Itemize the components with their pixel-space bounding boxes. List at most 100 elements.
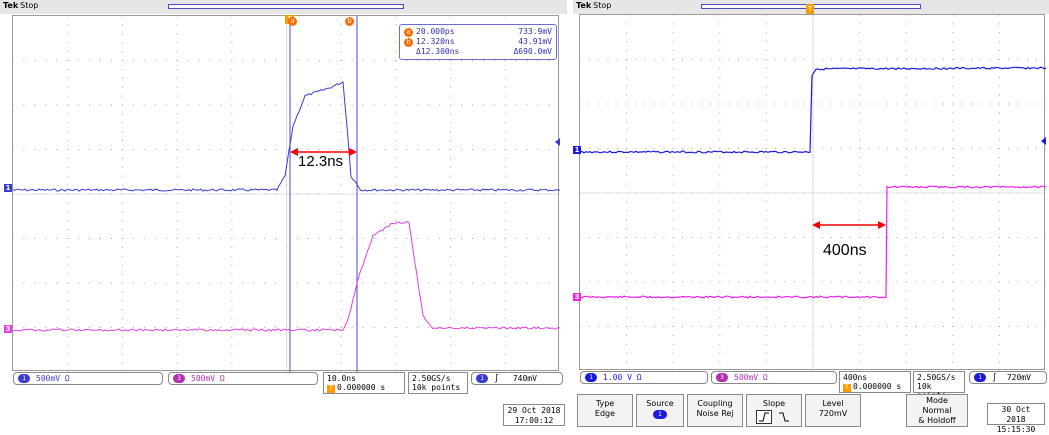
grid-dot [784,281,786,283]
grid-dot [952,272,954,274]
trigger-readout[interactable]: 1 ∫ 740mV [471,372,563,385]
grid-dot [121,282,123,284]
grid-dot [231,42,233,44]
grid-dot [121,211,123,213]
grid-dot [504,238,506,239]
ch3-scale-readout[interactable]: 3 500mV Ω [168,372,318,385]
grid-dot [110,104,112,106]
grid-dot [765,85,767,87]
grid-dot [998,85,1000,87]
grid-dot [1008,103,1010,105]
grid-dot [737,326,739,327]
rising-edge-icon[interactable] [756,410,772,424]
grid-dot [275,238,277,239]
type-value: Edge [594,409,616,418]
grid-dot [373,60,375,61]
timebase-value: 400ns [843,373,868,382]
grid-dot [672,201,674,203]
grid-dot [887,148,889,149]
grid-dot [803,148,805,149]
grid-dot [682,237,684,238]
ch1-scale-readout[interactable]: 1 500mV Ω [13,372,163,385]
grid-dot [450,77,452,79]
grid-dot [672,94,674,96]
grid-dot [318,60,320,61]
grid-dot [296,60,298,61]
menu-slope-button[interactable]: Slope [746,394,802,427]
grid-dot [526,60,528,61]
acquisition-readout[interactable]: 2.50GS/s 10k points [913,371,965,400]
cursor-a-marker[interactable]: a [288,16,297,26]
grid-dot [663,59,665,60]
grid-dot [607,237,609,238]
grid-dot [765,59,767,60]
grid-dot [395,140,397,142]
menu-mode-button[interactable]: Mode Normal & Holdoff [906,394,968,427]
grid-dot [78,60,80,61]
menu-level-button[interactable]: Level 720mV [805,394,861,427]
grid-dot [961,281,963,283]
grid-dot [998,50,1000,52]
grid-dot [952,32,954,34]
grid-dot [242,282,244,284]
grid-dot [933,59,935,60]
grid-dot [831,237,833,238]
grid-dot [719,201,721,203]
grid-dot [905,32,907,34]
grid-dot [220,238,222,239]
grid-dot [154,238,156,239]
grid-dot [67,282,69,284]
grid-dot [395,166,397,168]
grid-dot [165,238,167,239]
grid-dot [765,165,767,167]
ch3-ground-marker[interactable]: 3 [4,325,12,333]
grid-dot [493,104,495,106]
grid-dot [121,86,123,88]
trigger-position-marker[interactable]: T [806,4,814,14]
ch1-ground-marker[interactable]: 1 [573,146,581,154]
grid-dot [504,175,506,177]
menu-source-button[interactable]: Source 1 [636,394,684,427]
grid-dot [143,238,145,239]
grid-dot [45,149,47,150]
grid-dot [998,174,1000,176]
grid-dot [924,148,926,149]
date-time-display: 29 Oct 2018 17:00:12 [503,404,565,426]
cursor-b-marker[interactable]: b [345,16,354,26]
grid-dot [307,238,309,239]
grid-dot [373,149,375,150]
timebase-readout[interactable]: 400ns T 0.000000 s [839,371,911,393]
grid-dot [859,219,861,221]
menu-type-button[interactable]: Type Edge [577,394,633,427]
grid-dot [626,130,628,132]
grid-dot [905,121,907,123]
grid-dot [121,42,123,44]
ch3-scale-readout[interactable]: 3 500mV Ω [711,371,837,384]
grid-dot [672,326,674,327]
grid-dot [176,131,178,133]
grid-dot [231,113,233,115]
grid-dot [672,130,674,132]
ch1-ground-marker[interactable]: 1 [4,184,12,192]
grid-dot [209,282,211,284]
acquisition-readout[interactable]: 2.50GS/s 10k points [408,372,468,394]
grid-dot [672,281,674,283]
grid-dot [672,210,674,212]
menu-coupling-button[interactable]: Coupling Noise Rej [687,394,743,427]
grid-dot [340,353,342,355]
ch3-ground-marker[interactable]: 3 [573,293,581,301]
grid-dot [198,282,200,284]
grid-dot [450,211,452,213]
grid-dot [849,103,851,105]
grid-dot [450,60,452,61]
grid-dot [998,237,1000,238]
grid-dot [231,175,233,177]
grid-dot [395,16,397,17]
grid-dot [1026,326,1028,327]
timebase-readout[interactable]: 10.0ns T 0.000000 s [323,372,405,394]
ch1-scale-readout[interactable]: 1 1.00 V Ω [580,371,708,384]
falling-edge-icon[interactable] [776,410,792,424]
grid-dot [840,326,842,327]
grid-dot [765,183,767,185]
trigger-readout[interactable]: 1 ∫ 720mV [969,371,1047,384]
